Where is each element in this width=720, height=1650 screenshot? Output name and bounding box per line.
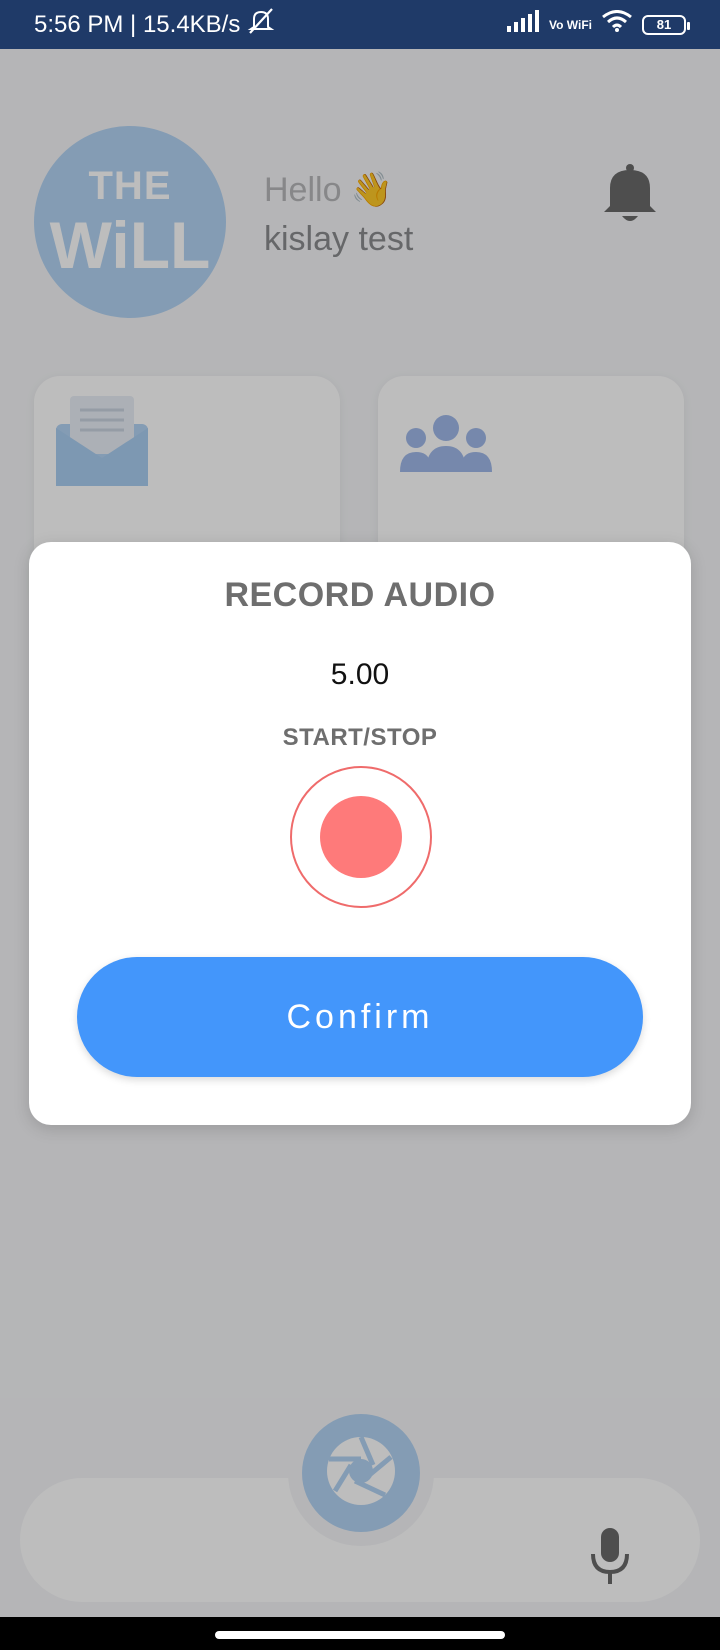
start-stop-label: START/STOP — [282, 724, 438, 751]
status-right: Vo WiFi 81 — [507, 10, 690, 39]
battery-indicator: 81 — [642, 14, 690, 35]
vowifi-label: Vo WiFi — [549, 17, 592, 32]
recording-timer: 5.00 — [330, 658, 390, 691]
dialog-title: RECORD AUDIO — [224, 576, 496, 614]
record-audio-dialog: RECORD AUDIO 5.00 START/STOP Confirm — [29, 542, 691, 1125]
status-left: 5:56 PM | 15.4KB/s — [34, 7, 276, 42]
record-dot-icon — [320, 796, 402, 878]
status-time-speed: 5:56 PM | 15.4KB/s — [34, 10, 241, 38]
record-toggle-button[interactable] — [290, 766, 432, 908]
wifi-icon — [602, 10, 632, 39]
app-screen: 5:56 PM | 15.4KB/s Vo WiFi 81 THE WiLL H… — [0, 0, 720, 1650]
signal-icon — [507, 10, 539, 39]
home-indicator[interactable] — [215, 1631, 505, 1639]
status-bar: 5:56 PM | 15.4KB/s Vo WiFi 81 — [0, 0, 720, 49]
confirm-button[interactable]: Confirm — [77, 957, 643, 1077]
mute-bell-icon — [246, 7, 276, 42]
